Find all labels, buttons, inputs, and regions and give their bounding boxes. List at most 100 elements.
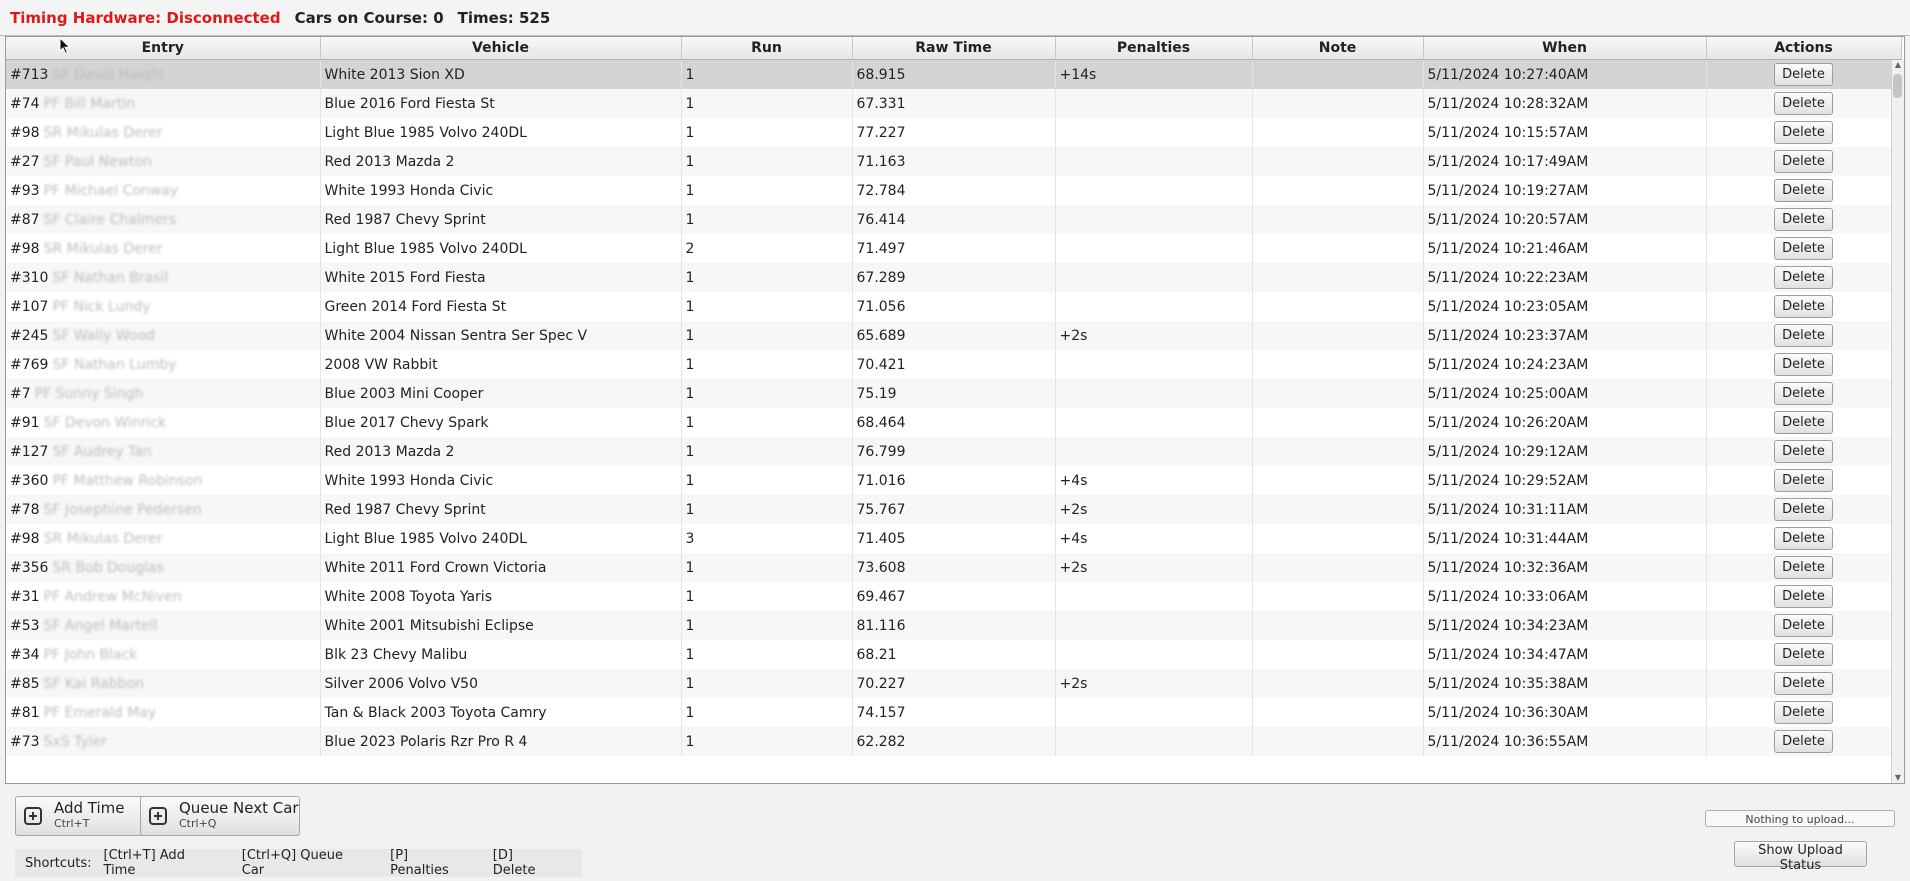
times-table[interactable]: Entry Vehicle Run Raw Time Penalties Not…: [5, 36, 1905, 784]
table-row[interactable]: #98 SR Mikulas Derer Light Blue 1985 Volvo…: [6, 524, 1902, 553]
raw-time-cell: 71.405: [852, 524, 1056, 553]
run-cell: 1: [681, 466, 853, 495]
table-row[interactable]: #78 SF Josephine Pedersen Red 1987 Chevy S…: [6, 495, 1902, 524]
penalties-cell: +14s: [1055, 59, 1253, 89]
delete-button[interactable]: Delete: [1774, 614, 1833, 637]
scroll-thumb[interactable]: [1893, 74, 1902, 98]
delete-button[interactable]: Delete: [1774, 527, 1833, 550]
delete-button[interactable]: Delete: [1774, 295, 1833, 318]
scroll-up-arrow-icon[interactable]: ▲: [1893, 60, 1903, 70]
table-row[interactable]: #713 SF David Haight White 2013 Sion XD 1 68…: [6, 59, 1902, 89]
show-upload-status-button[interactable]: Show Upload Status: [1734, 841, 1867, 873]
raw-time-cell: 71.016: [852, 466, 1056, 495]
table-row[interactable]: #769 SF Nathan Lumby 2008 VW Rabbit 1 70.421…: [6, 350, 1902, 379]
penalties-cell: [1055, 582, 1253, 611]
penalties-cell: [1055, 350, 1253, 379]
entry-number: #356: [10, 559, 49, 576]
table-row[interactable]: #85 SF Kai Rabbon Silver 2006 Volvo V50 1 70…: [6, 669, 1902, 698]
delete-button[interactable]: Delete: [1774, 498, 1833, 521]
table-row[interactable]: #98 SR Mikulas Derer Light Blue 1985 Volvo…: [6, 118, 1902, 147]
delete-button[interactable]: Delete: [1774, 643, 1833, 666]
table-row[interactable]: #356 SR Bob Douglas White 2011 Ford Crown …: [6, 553, 1902, 582]
column-header-raw-time[interactable]: Raw Time: [852, 37, 1056, 60]
delete-button[interactable]: Delete: [1774, 324, 1833, 347]
table-row[interactable]: #73 SxS Tyler Blue 2023 Polaris Rzr Pro R …: [6, 727, 1902, 756]
delete-button[interactable]: Delete: [1774, 469, 1833, 492]
entry-number: #78: [10, 501, 40, 518]
vehicle-cell: Red 1987 Chevy Sprint: [320, 205, 682, 234]
delete-button[interactable]: Delete: [1774, 411, 1833, 434]
entry-number: #85: [10, 675, 40, 692]
actions-cell: Delete: [1706, 234, 1902, 263]
column-header-when[interactable]: When: [1423, 37, 1707, 60]
table-row[interactable]: #81 PF Emerald May Tan & Black 2003 Toyota…: [6, 698, 1902, 727]
vehicle-cell: Blue 2017 Chevy Spark: [320, 408, 682, 437]
when-cell: 5/11/2024 10:23:05AM: [1423, 292, 1707, 321]
table-row[interactable]: #7 PF Sunny Singh Blue 2003 Mini Cooper 1 75…: [6, 379, 1902, 408]
run-cell: 1: [681, 640, 853, 669]
delete-button[interactable]: Delete: [1774, 150, 1833, 173]
delete-button[interactable]: Delete: [1774, 440, 1833, 463]
delete-button[interactable]: Delete: [1774, 353, 1833, 376]
note-cell: [1252, 379, 1424, 408]
entry-cell: #74 PF Bill Martin: [6, 89, 321, 118]
queue-next-car-button[interactable]: Queue Next Car Ctrl+Q: [140, 796, 300, 836]
delete-button[interactable]: Delete: [1774, 701, 1833, 724]
table-row[interactable]: #98 SR Mikulas Derer Light Blue 1985 Volvo…: [6, 234, 1902, 263]
column-header-actions[interactable]: Actions: [1706, 37, 1902, 60]
column-header-vehicle[interactable]: Vehicle: [320, 37, 682, 60]
delete-button[interactable]: Delete: [1774, 179, 1833, 202]
delete-button[interactable]: Delete: [1774, 208, 1833, 231]
delete-button[interactable]: Delete: [1774, 237, 1833, 260]
table-row[interactable]: #360 PF Matthew Robinson White 1993 Honda …: [6, 466, 1902, 495]
note-cell: [1252, 408, 1424, 437]
table-row[interactable]: #87 SF Claire Chalmers Red 1987 Chevy Spri…: [6, 205, 1902, 234]
table-row[interactable]: #93 PF Michael Conway White 1993 Honda Civ…: [6, 176, 1902, 205]
table-row[interactable]: #34 PF John Black Blk 23 Chevy Malibu 1 68.2…: [6, 640, 1902, 669]
delete-button[interactable]: Delete: [1774, 730, 1833, 753]
table-row[interactable]: #53 SF Angel Martell White 2001 Mitsubishi…: [6, 611, 1902, 640]
delete-button[interactable]: Delete: [1774, 92, 1833, 115]
penalties-cell: [1055, 234, 1253, 263]
penalties-cell: [1055, 205, 1253, 234]
delete-button[interactable]: Delete: [1774, 121, 1833, 144]
delete-button[interactable]: Delete: [1774, 672, 1833, 695]
raw-time-cell: 71.056: [852, 292, 1056, 321]
actions-cell: Delete: [1706, 466, 1902, 495]
driver-name: PF Bill Martin: [43, 95, 135, 112]
table-row[interactable]: #310 SF Nathan Brasil White 2015 Ford Fies…: [6, 263, 1902, 292]
vertical-scrollbar[interactable]: ▲ ▼: [1891, 60, 1904, 783]
column-header-entry[interactable]: Entry: [6, 37, 321, 60]
penalties-cell: +2s: [1055, 553, 1253, 582]
entry-number: #73: [10, 733, 40, 750]
table-row[interactable]: #107 PF Nick Lundy Green 2014 Ford Fiesta …: [6, 292, 1902, 321]
delete-button[interactable]: Delete: [1774, 63, 1833, 86]
run-cell: 3: [681, 524, 853, 553]
table-row[interactable]: #31 PF Andrew McNiven White 2008 Toyota Ya…: [6, 582, 1902, 611]
scroll-down-arrow-icon[interactable]: ▼: [1893, 773, 1903, 783]
vehicle-cell: White 1993 Honda Civic: [320, 176, 682, 205]
entry-cell: #107 PF Nick Lundy: [6, 292, 321, 321]
raw-time-cell: 69.467: [852, 582, 1056, 611]
run-cell: 1: [681, 553, 853, 582]
table-row[interactable]: #74 PF Bill Martin Blue 2016 Ford Fiesta S…: [6, 89, 1902, 118]
table-row[interactable]: #245 SF Wally Wood White 2004 Nissan Sentr…: [6, 321, 1902, 350]
vehicle-cell: White 2011 Ford Crown Victoria: [320, 553, 682, 582]
table-row[interactable]: #27 SF Paul Newton Red 2013 Mazda 2 1 71.163…: [6, 147, 1902, 176]
entry-cell: #81 PF Emerald May: [6, 698, 321, 727]
table-row[interactable]: #91 SF Devon Winrick Blue 2017 Chevy Spark…: [6, 408, 1902, 437]
note-cell: [1252, 640, 1424, 669]
column-header-penalties[interactable]: Penalties: [1055, 37, 1253, 60]
delete-button[interactable]: Delete: [1774, 382, 1833, 405]
column-header-note[interactable]: Note: [1252, 37, 1424, 60]
delete-button[interactable]: Delete: [1774, 266, 1833, 289]
run-cell: 1: [681, 292, 853, 321]
delete-button[interactable]: Delete: [1774, 556, 1833, 579]
entry-number: #91: [10, 414, 40, 431]
column-header-run[interactable]: Run: [681, 37, 853, 60]
delete-button[interactable]: Delete: [1774, 585, 1833, 608]
table-row[interactable]: #127 SF Audrey Tan Red 2013 Mazda 2 1 76.799…: [6, 437, 1902, 466]
raw-time-cell: 75.767: [852, 495, 1056, 524]
entry-number: #53: [10, 617, 40, 634]
driver-name: SF Josephine Pedersen: [43, 501, 202, 518]
